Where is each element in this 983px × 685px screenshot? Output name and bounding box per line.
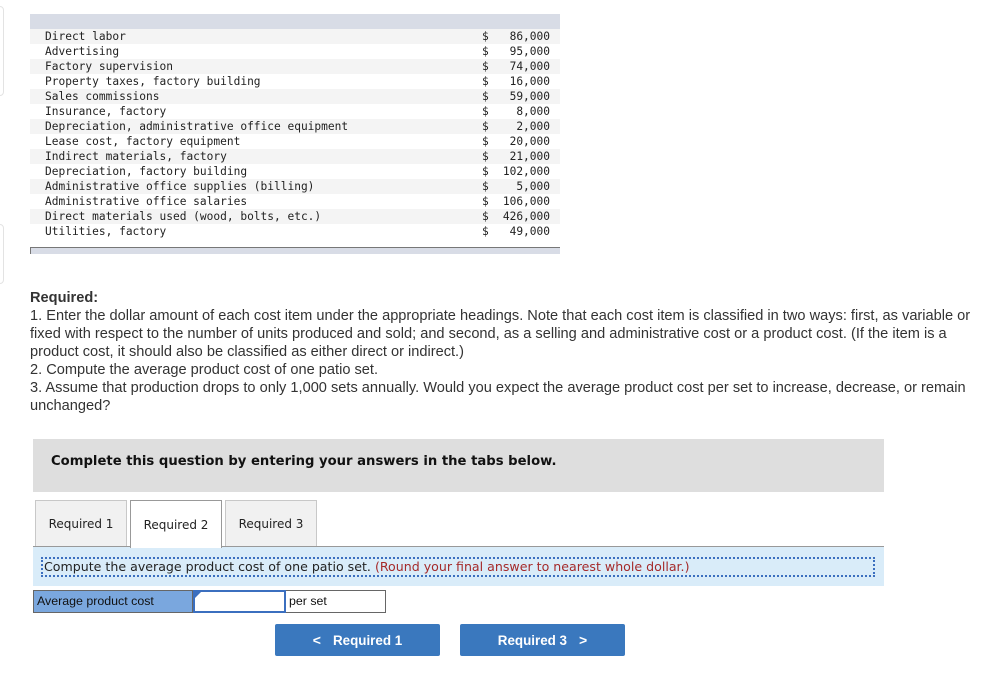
cost-item-label: Administrative office supplies (billing): [45, 180, 315, 193]
table-row: Administrative office salaries $106,000: [30, 194, 560, 209]
cost-item-label: Factory supervision: [45, 60, 173, 73]
edge-decoration: [0, 6, 4, 96]
average-product-cost-label: Average product cost: [33, 590, 193, 613]
average-product-cost-input-wrapper[interactable]: [193, 590, 286, 613]
cost-item-label: Depreciation, factory building: [45, 165, 248, 178]
instructions-text: Complete this question by entering your …: [51, 454, 557, 469]
question-prompt: Compute the average product cost of one …: [41, 557, 875, 577]
rounding-hint: (Round your final answer to nearest whol…: [374, 559, 690, 574]
prompt-text: Compute the average product cost of one …: [44, 559, 371, 574]
table-row: Lease cost, factory equipment $20,000: [30, 134, 560, 149]
required-item-1: 1. Enter the dollar amount of each cost …: [30, 308, 971, 360]
cost-item-amount: 106,000: [502, 195, 550, 208]
currency-symbol: $: [482, 135, 489, 148]
required-section: Required: 1. Enter the dollar amount of …: [30, 289, 975, 415]
cost-item-label: Lease cost, factory equipment: [45, 135, 241, 148]
table-row: Factory supervision $74,000: [30, 59, 560, 74]
cost-item-label: Property taxes, factory building: [45, 75, 261, 88]
table-row: Administrative office supplies (billing)…: [30, 179, 560, 194]
currency-symbol: $: [482, 105, 489, 118]
chevron-right-icon: >: [579, 632, 588, 648]
edge-decoration: [0, 224, 4, 284]
table-row: Indirect materials, factory $21,000: [30, 149, 560, 164]
tab-required-1[interactable]: Required 1: [35, 500, 127, 547]
cost-item-amount: 74,000: [509, 60, 550, 73]
cost-item-label: Indirect materials, factory: [45, 150, 227, 163]
next-button-label: Required 3: [497, 632, 567, 648]
cost-item-amount: 59,000: [509, 90, 550, 103]
table-row: Depreciation, administrative office equi…: [30, 119, 560, 134]
cost-item-label: Utilities, factory: [45, 225, 167, 238]
table-row: Direct labor $86,000: [30, 29, 560, 44]
cost-item-amount: 8,000: [516, 105, 550, 118]
input-marker-icon: [195, 592, 201, 598]
required-item-2: 2. Compute the average product cost of o…: [30, 362, 379, 378]
table-scrollbar[interactable]: [30, 247, 560, 254]
cost-item-label: Depreciation, administrative office equi…: [45, 120, 349, 133]
currency-symbol: $: [482, 180, 489, 193]
table-row: Insurance, factory $8,000: [30, 104, 560, 119]
cost-item-label: Administrative office salaries: [45, 195, 248, 208]
table-row: Direct materials used (wood, bolts, etc.…: [30, 209, 560, 224]
currency-symbol: $: [482, 75, 489, 88]
instructions-box: Complete this question by entering your …: [33, 439, 884, 492]
currency-symbol: $: [482, 225, 489, 238]
cost-item-amount: 21,000: [509, 150, 550, 163]
currency-symbol: $: [482, 150, 489, 163]
answer-row: Average product cost per set: [33, 590, 386, 613]
currency-symbol: $: [482, 60, 489, 73]
currency-symbol: $: [482, 165, 489, 178]
cost-item-amount: 95,000: [509, 45, 550, 58]
cost-item-label: Direct labor: [45, 30, 126, 43]
cost-item-amount: 5,000: [516, 180, 550, 193]
cost-item-amount: 20,000: [509, 135, 550, 148]
currency-symbol: $: [482, 90, 489, 103]
unit-label: per set: [286, 590, 386, 613]
cost-data-table: Direct labor $86,000 Advertising $95,000 Fac…: [30, 14, 560, 254]
chevron-left-icon: <: [312, 632, 321, 648]
cost-item-label: Direct materials used (wood, bolts, etc.…: [45, 210, 322, 223]
table-row: Sales commissions $59,000: [30, 89, 560, 104]
prev-required-1-button[interactable]: < Required 1: [275, 624, 440, 656]
question-panel: Compute the average product cost of one …: [33, 546, 884, 586]
table-header-bar: [30, 14, 560, 29]
cost-item-amount: 426,000: [502, 210, 550, 223]
table-row: Utilities, factory $49,000: [30, 224, 560, 239]
table-row: Property taxes, factory building $16,000: [30, 74, 560, 89]
currency-symbol: $: [482, 30, 489, 43]
cost-item-amount: 86,000: [509, 30, 550, 43]
cost-item-amount: 2,000: [516, 120, 550, 133]
currency-symbol: $: [482, 210, 489, 223]
table-row: Advertising $95,000: [30, 44, 560, 59]
currency-symbol: $: [482, 120, 489, 133]
required-item-3: 3. Assume that production drops to only …: [30, 380, 966, 414]
prev-button-label: Required 1: [332, 632, 403, 648]
tab-required-2[interactable]: Required 2: [130, 500, 222, 548]
cost-item-label: Sales commissions: [45, 90, 160, 103]
cost-item-amount: 102,000: [502, 165, 550, 178]
tab-required-3[interactable]: Required 3: [225, 500, 317, 547]
next-required-3-button[interactable]: Required 3 >: [460, 624, 625, 656]
table-body: Direct labor $86,000 Advertising $95,000 Fac…: [30, 29, 560, 239]
currency-symbol: $: [482, 45, 489, 58]
cost-item-amount: 16,000: [509, 75, 550, 88]
required-title: Required:: [30, 290, 99, 306]
table-row: Depreciation, factory building $102,000: [30, 164, 560, 179]
tab-bar: Required 1 Required 2 Required 3: [35, 500, 317, 548]
cost-item-label: Insurance, factory: [45, 105, 167, 118]
cost-item-label: Advertising: [45, 45, 120, 58]
cost-item-amount: 49,000: [509, 225, 550, 238]
average-product-cost-input[interactable]: [195, 592, 284, 611]
currency-symbol: $: [482, 195, 489, 208]
